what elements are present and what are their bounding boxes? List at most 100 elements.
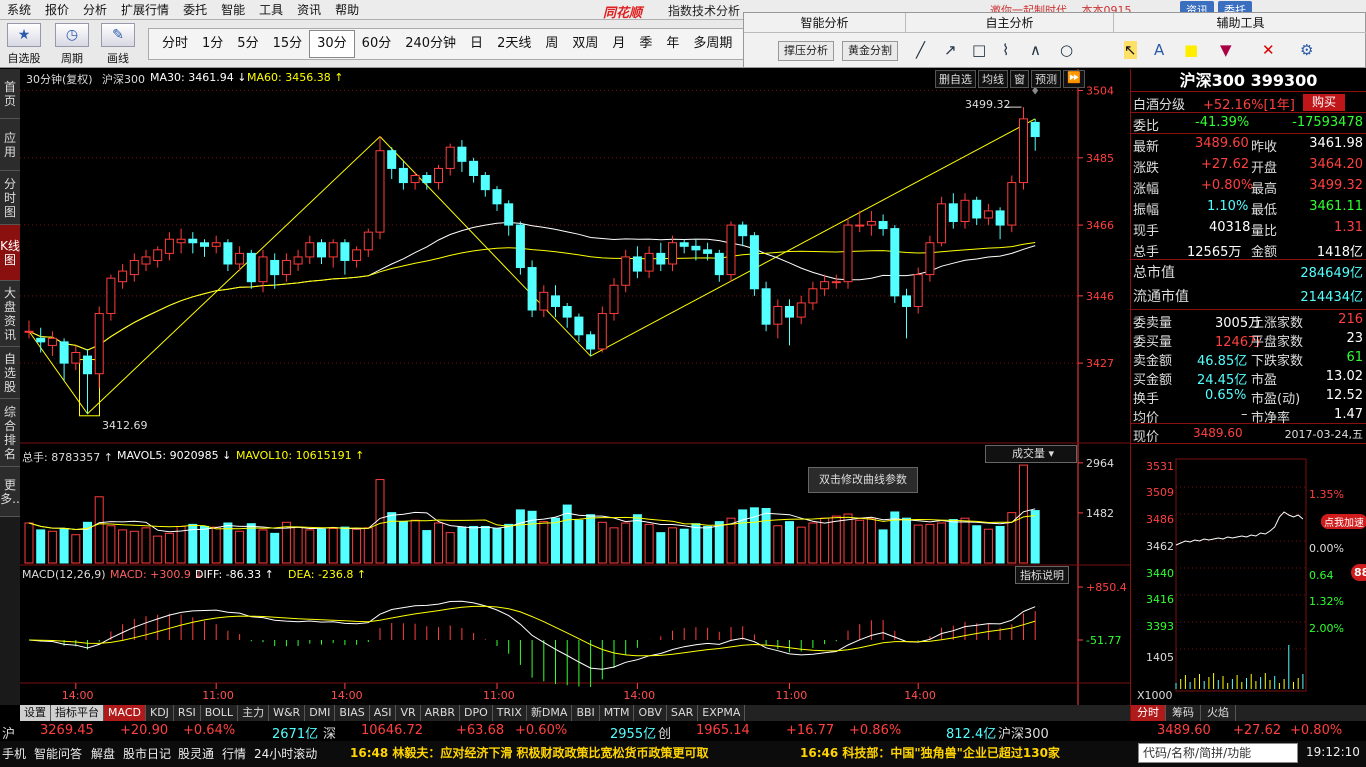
arrow-line-icon[interactable]: ↗ bbox=[944, 41, 957, 59]
period-quarter[interactable]: 季 bbox=[632, 29, 659, 59]
ind-mtm[interactable]: MTM bbox=[600, 705, 635, 721]
news-headline-2[interactable]: 16:46 科技部：中国"独角兽"企业已超过130家 bbox=[800, 744, 1060, 761]
remove-watchlist-button[interactable]: 删自选 bbox=[935, 70, 976, 88]
ind-settings[interactable]: 设置 bbox=[20, 705, 51, 721]
period-timeshare[interactable]: 分时 bbox=[155, 29, 195, 59]
ind-kdj[interactable]: KDJ bbox=[146, 705, 174, 721]
ind-bias[interactable]: BIAS bbox=[335, 705, 370, 721]
indicator-help-button[interactable]: 指标说明 bbox=[1015, 566, 1069, 584]
menu-quote[interactable]: 报价 bbox=[38, 0, 76, 20]
delete-icon[interactable]: ✕ bbox=[1262, 41, 1275, 59]
ind-dpo[interactable]: DPO bbox=[460, 705, 493, 721]
ind-main-force[interactable]: 主力 bbox=[238, 705, 270, 721]
period-15min[interactable]: 15分 bbox=[266, 29, 310, 59]
period-240min[interactable]: 240分钟 bbox=[398, 29, 463, 59]
tab-home[interactable]: 首页 bbox=[0, 69, 20, 119]
stock-search-input[interactable]: 代码/名称/简拼/功能 bbox=[1138, 743, 1298, 763]
period-60min[interactable]: 60分 bbox=[355, 29, 399, 59]
line-tool-icon[interactable]: ╱ bbox=[916, 41, 925, 59]
period-year[interactable]: 年 bbox=[659, 29, 686, 59]
ind-expma[interactable]: EXPMA bbox=[698, 705, 746, 721]
period-2week[interactable]: 双周 bbox=[565, 29, 605, 59]
gear-icon[interactable]: ⚙ bbox=[1300, 41, 1313, 59]
pressure-analysis-button[interactable]: 撑压分析 bbox=[778, 41, 834, 61]
sz-index-name[interactable]: 深 bbox=[323, 723, 336, 742]
ind-rsi[interactable]: RSI bbox=[174, 705, 201, 721]
speed-up-badge[interactable]: 点我加速 bbox=[1321, 514, 1366, 529]
period-multi[interactable]: 多周期 bbox=[686, 29, 739, 59]
ind-dmi[interactable]: DMI bbox=[305, 705, 336, 721]
menu-news[interactable]: 资讯 bbox=[290, 0, 328, 20]
ind-bbi[interactable]: BBI bbox=[572, 705, 600, 721]
aux-tools-header[interactable]: 辅助工具 bbox=[1114, 13, 1366, 33]
color-icon[interactable]: ■ bbox=[1184, 41, 1198, 59]
sh-index-name[interactable]: 沪 bbox=[2, 723, 15, 742]
tab-ranking[interactable]: 综合排名 bbox=[0, 399, 20, 467]
kline-chart[interactable]: 3504 3485 3466 3446 3427 2964 1482 +850.4 -51.77… bbox=[20, 69, 1130, 705]
ind-trix[interactable]: TRIX bbox=[493, 705, 527, 721]
menu-system[interactable]: 系统 bbox=[0, 0, 38, 20]
draw-tool[interactable]: ✎ 画线 bbox=[96, 23, 140, 66]
buy-button[interactable]: 购买 bbox=[1303, 94, 1346, 111]
footer-24h-scroll[interactable]: 24小时滚动 bbox=[254, 745, 317, 762]
period-month[interactable]: 月 bbox=[605, 29, 632, 59]
period-day[interactable]: 日 bbox=[463, 29, 490, 59]
menu-analysis[interactable]: 分析 bbox=[76, 0, 114, 20]
mark-icon[interactable]: ▼ bbox=[1220, 41, 1232, 59]
wave-icon[interactable]: ⌇ bbox=[1002, 41, 1009, 59]
ind-boll[interactable]: BOLL bbox=[201, 705, 239, 721]
mini-tab-flame[interactable]: 火焰 bbox=[1201, 705, 1236, 721]
cy-index-name[interactable]: 创 bbox=[658, 723, 671, 742]
mini-timeshare-chart[interactable]: 3531 3509 3486 3462 3440 3416 3393 1405 … bbox=[1131, 457, 1366, 705]
forecast-button[interactable]: 预测 bbox=[1031, 70, 1061, 88]
ind-macd[interactable]: MACD bbox=[104, 705, 146, 721]
text-icon[interactable]: A bbox=[1154, 41, 1164, 59]
news-headline-1[interactable]: 16:48 林毅夫：应对经济下滑 积极财政政策比宽松货币政策更可取 bbox=[350, 744, 709, 761]
period-30min[interactable]: 30分 bbox=[309, 30, 355, 58]
footer-market-comment[interactable]: 解盘 bbox=[91, 745, 115, 762]
forward-icon[interactable]: ⏩ bbox=[1063, 70, 1085, 88]
period-tool[interactable]: ◷ 周期 bbox=[50, 23, 94, 66]
golden-section-button[interactable]: 黄金分割 bbox=[842, 41, 898, 61]
period-5min[interactable]: 5分 bbox=[230, 29, 265, 59]
menu-help[interactable]: 帮助 bbox=[328, 0, 366, 20]
ind-vr[interactable]: VR bbox=[396, 705, 421, 721]
ind-asi[interactable]: ASI bbox=[370, 705, 397, 721]
tab-market-news[interactable]: 大盘资讯 bbox=[0, 281, 20, 347]
rectangle-icon[interactable]: □ bbox=[972, 41, 986, 59]
ind-wr[interactable]: W&R bbox=[269, 705, 306, 721]
ind-obv[interactable]: OBV bbox=[634, 705, 667, 721]
tab-more[interactable]: 更多.. bbox=[0, 467, 20, 517]
menu-smart[interactable]: 智能 bbox=[214, 0, 252, 20]
mini-tab-chips[interactable]: 筹码 bbox=[1166, 705, 1201, 721]
watchlist-tool[interactable]: ★ 自选股 bbox=[2, 23, 46, 66]
menu-entrust[interactable]: 委托 bbox=[176, 0, 214, 20]
self-analysis-header[interactable]: 自主分析 bbox=[906, 13, 1114, 33]
ind-arbr[interactable]: ARBR bbox=[421, 705, 461, 721]
smart-analysis-header[interactable]: 智能分析 bbox=[744, 13, 906, 33]
period-1min[interactable]: 1分 bbox=[195, 29, 230, 59]
footer-stock-tong[interactable]: 股灵通 bbox=[178, 745, 214, 762]
kline-chart-svg[interactable]: 3504 3485 3466 3446 3427 2964 1482 +850.4 -51.77… bbox=[20, 69, 1130, 705]
peak-icon[interactable]: ∧ bbox=[1030, 41, 1041, 59]
period-2day[interactable]: 2天线 bbox=[490, 29, 538, 59]
footer-stock-diary[interactable]: 股市日记 bbox=[123, 745, 171, 762]
tab-timeshare[interactable]: 分时图 bbox=[0, 171, 20, 225]
ind-sar[interactable]: SAR bbox=[667, 705, 699, 721]
footer-mobile[interactable]: 手机 bbox=[2, 745, 26, 762]
tab-kline[interactable]: K线图 bbox=[0, 225, 20, 281]
menu-tools[interactable]: 工具 bbox=[252, 0, 290, 20]
period-week[interactable]: 周 bbox=[538, 29, 565, 59]
footer-smart-qa[interactable]: 智能问答 bbox=[34, 745, 82, 762]
ind-platform[interactable]: 指标平台 bbox=[51, 705, 104, 721]
volume-indicator-dropdown[interactable]: 成交量 ▾ bbox=[985, 445, 1077, 463]
tab-watchlist[interactable]: 自选股 bbox=[0, 347, 20, 399]
window-button[interactable]: 窗 bbox=[1010, 70, 1029, 88]
tab-apps[interactable]: 应用 bbox=[0, 119, 20, 171]
speed-up-counter[interactable]: 88 bbox=[1351, 564, 1366, 581]
ma-button[interactable]: 均线 bbox=[978, 70, 1008, 88]
ind-newdma[interactable]: 新DMA bbox=[527, 705, 573, 721]
cursor-icon[interactable]: ↖ bbox=[1124, 41, 1137, 59]
menu-ext-quote[interactable]: 扩展行情 bbox=[114, 0, 176, 20]
circle-icon[interactable]: ○ bbox=[1060, 41, 1073, 59]
